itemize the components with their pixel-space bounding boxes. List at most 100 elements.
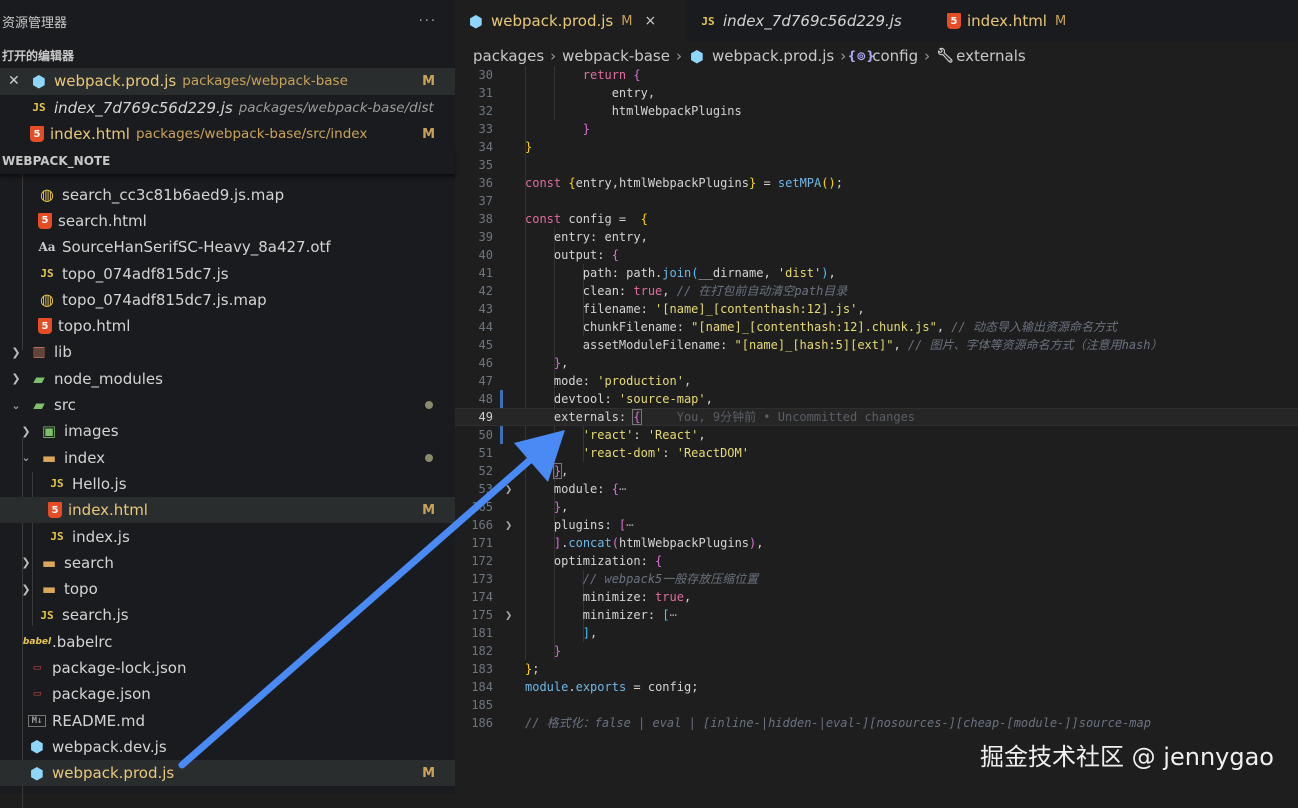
git-blame-annotation: You, 9分钟前 • Uncommitted changes	[676, 410, 916, 424]
tree-file[interactable]: Aa SourceHanSerifSC-Heavy_8a427.otf	[0, 234, 455, 260]
tree-file[interactable]: babel .babelrc	[0, 629, 455, 655]
chevron-right-icon: ❯	[11, 345, 21, 359]
code-line: assetModuleFilename: "[name]_[hash:5][ex…	[525, 338, 1163, 352]
modified-badge: M	[621, 13, 633, 29]
js-icon: JS	[50, 477, 64, 491]
breadcrumb-item[interactable]: webpack.prod.js	[712, 47, 834, 65]
webpack-icon: ⬢	[469, 11, 483, 31]
tree-file[interactable]: 5 topo.html	[0, 313, 455, 339]
line-number: 46	[478, 356, 493, 370]
code-line: entry: entry,	[525, 230, 648, 244]
tree-file[interactable]: ⬢ webpack.prod.js M	[0, 760, 455, 787]
tree-file[interactable]: ◍ topo_074adf815dc7.js.map	[0, 287, 455, 313]
breadcrumb-item[interactable]: packages	[473, 47, 544, 65]
code-line: devtool: 'source-map',	[525, 392, 713, 406]
tree-folder[interactable]: ❯ ▥ lib	[0, 339, 455, 365]
code-line: }	[582, 122, 591, 136]
chevron-right-icon[interactable]: ❯	[505, 516, 512, 534]
code-line: },	[553, 356, 569, 370]
more-actions-icon[interactable]: ···	[419, 14, 437, 29]
close-icon[interactable]: ✕	[8, 73, 22, 89]
tree-folder[interactable]: ❯ ▣ images	[0, 418, 455, 444]
open-editor-item[interactable]: JS index_7d769c56d229.js packages/webpac…	[0, 95, 455, 122]
tab-index-html[interactable]: 5 index.html M	[935, 0, 1109, 42]
tree-file[interactable]: ⬢ webpack.dev.js	[0, 734, 455, 760]
webpack-icon: ⬢	[32, 71, 46, 91]
code-comment: // 图片、字体等资源命名方式（注意用hash）	[907, 338, 1163, 352]
tree-file[interactable]: 5 index.html M	[0, 497, 455, 524]
tab-label: index.html	[967, 12, 1047, 30]
code-line: module: {⋯	[525, 482, 627, 496]
open-editor-item[interactable]: ✕ ⬢ webpack.prod.js packages/webpack-bas…	[0, 68, 455, 95]
tree-file[interactable]: JS index.js	[0, 523, 455, 549]
line-number: 173	[471, 572, 493, 586]
code-comment: // webpack5一般存放压缩位置	[582, 572, 759, 586]
webpack-icon: ⬢	[690, 46, 704, 66]
tab-index-js[interactable]: JS index_7d769c56d229.js	[687, 0, 935, 42]
code-line: mode: 'production',	[525, 374, 692, 388]
modified-badge: M	[422, 126, 435, 142]
close-icon[interactable]: ×	[644, 13, 656, 29]
line-number: 49	[478, 410, 493, 424]
tab-webpack-prod[interactable]: ⬢ webpack.prod.js M ×	[455, 0, 687, 42]
line-number: 43	[478, 302, 493, 316]
tree-file[interactable]: 5 search.html	[0, 208, 455, 234]
tree-file[interactable]: ▭ package-lock.json	[0, 655, 455, 681]
chevron-right-icon: ❯	[21, 556, 31, 570]
line-number: 37	[478, 194, 493, 208]
folder-name: node_modules	[54, 369, 163, 388]
open-editor-path: packages/webpack-base/dist	[238, 99, 434, 116]
open-editor-item[interactable]: 5 index.html packages/webpack-base/src/i…	[0, 121, 455, 148]
breadcrumb-item[interactable]: webpack-base	[562, 47, 670, 65]
line-number: 185	[471, 698, 493, 712]
chevron-right-icon[interactable]: ❯	[505, 606, 512, 624]
json-icon: ▭	[32, 689, 42, 700]
tree-file[interactable]: JS Hello.js	[0, 471, 455, 497]
tree-folder[interactable]: ⌄ ▬ index	[0, 444, 455, 470]
project-title[interactable]: WEBPACK_NOTE	[0, 147, 455, 174]
js-icon: JS	[50, 530, 64, 543]
breadcrumb-item[interactable]: externals	[956, 47, 1026, 65]
line-number: 48	[478, 392, 493, 406]
html-icon: 5	[947, 13, 961, 29]
tree-folder[interactable]: ⌄ ▰ src	[0, 392, 455, 418]
editor-area: ⬢ webpack.prod.js M × JS index_7d769c56d…	[455, 0, 1298, 794]
code-line: };	[525, 662, 540, 676]
tree-folder[interactable]: ❯ ▬ topo	[0, 576, 455, 602]
webpack-icon: ⬢	[30, 737, 44, 757]
breadcrumb-item[interactable]: config	[872, 47, 918, 65]
code-line: htmlWebpackPlugins	[525, 104, 742, 118]
explorer-header: 资源管理器 ···	[0, 0, 455, 42]
images-folder-icon: ▣	[41, 422, 57, 441]
modified-badge: M	[1054, 13, 1067, 29]
tree-file[interactable]: JS search.js	[0, 602, 455, 628]
line-number: 171	[471, 536, 493, 550]
open-editors-title[interactable]: 打开的编辑器	[0, 42, 455, 68]
file-tree: ◍ search_cc3c81b6aed9.js.map 5 search.html…	[0, 173, 455, 808]
chevron-right-icon[interactable]: ❯	[505, 480, 512, 498]
code-line: },	[553, 500, 569, 514]
src-folder-icon: ▰	[33, 396, 45, 415]
js-icon: JS	[701, 14, 715, 28]
tree-file[interactable]: JS topo_074adf815dc7.js	[0, 260, 455, 286]
folder-name: lib	[54, 343, 72, 362]
code-line: ],	[582, 626, 598, 640]
file-name: topo.html	[58, 317, 131, 336]
code-line: minimize: true,	[525, 590, 692, 604]
code-line: externals: { You, 9分钟前 • Uncommitted cha…	[525, 409, 916, 425]
file-name: Hello.js	[72, 474, 127, 493]
tree-file[interactable]: M↓ README.md	[0, 707, 455, 733]
open-editor-name: webpack.prod.js	[54, 72, 177, 91]
tree-file[interactable]: ▭ package.json	[0, 681, 455, 707]
tree-folder[interactable]: ❯ ▰ node_modules	[0, 366, 455, 392]
chevron-right-icon: ›	[924, 47, 931, 65]
code-line: optimization: {	[525, 554, 663, 568]
node-folder-icon: ▰	[33, 369, 45, 388]
tab-bar: ⬢ webpack.prod.js M × JS index_7d769c56d…	[455, 0, 1298, 42]
line-number: 182	[471, 644, 493, 658]
line-number: 52	[478, 464, 493, 478]
line-number: 42	[478, 284, 493, 298]
tree-folder[interactable]: ❯ ▬ search	[0, 550, 455, 576]
tab-label: index_7d769c56d229.js	[723, 12, 902, 30]
tree-file[interactable]: ◍ search_cc3c81b6aed9.js.map	[0, 182, 455, 208]
